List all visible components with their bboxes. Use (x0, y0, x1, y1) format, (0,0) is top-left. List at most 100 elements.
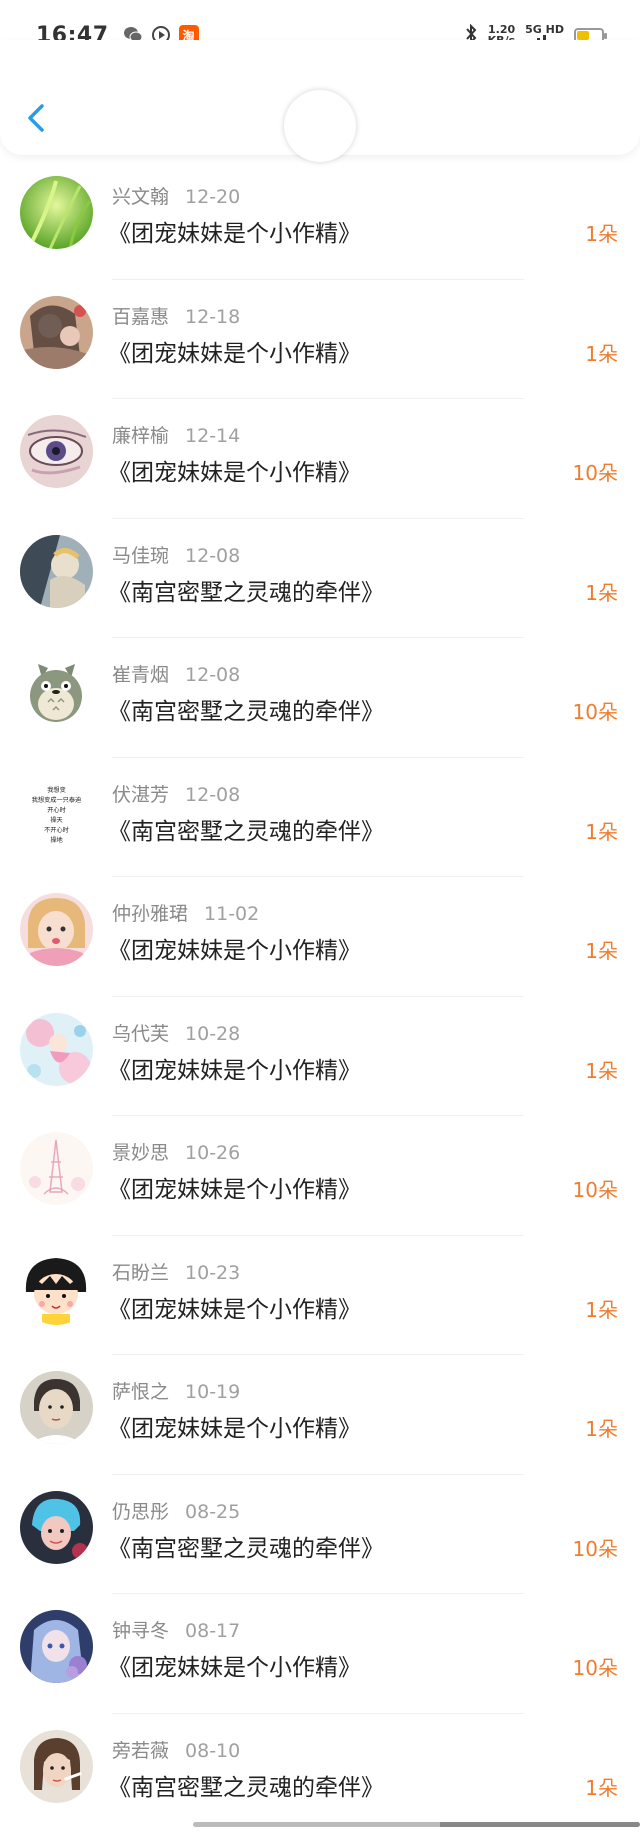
sender-name: 马佳琬 (112, 545, 169, 567)
sender-meta: 伏湛芳 12-08 (112, 780, 240, 807)
list-item[interactable]: 廉梓榆12-14 《团宠妹妹是个小作精》 10朵 (0, 399, 640, 519)
gift-record-list: 兴文翰 12-20 《团宠妹妹是个小作精》 1朵 百嘉惠 12-18 《团宠妹妹是个… (0, 160, 640, 1833)
list-item[interactable]: 景妙思10-26 《团宠妹妹是个小作精》 10朵 (0, 1116, 640, 1236)
sender-meta: 廉梓榆12-14 (112, 421, 240, 448)
list-item[interactable]: 我想变 我想变成一只泰迪 开心时 操天 不开心时 操地 伏湛芳 12-08 《南宫… (0, 758, 640, 878)
flower-count: 1朵 (585, 1055, 618, 1084)
flower-count: 10朵 (573, 1174, 618, 1203)
sender-meta: 仲孙雅珺 11-02 (112, 899, 259, 926)
sender-meta: 萨恨之 10-19 (112, 1377, 240, 1404)
book-title: 《团宠妹妹是个小作精》 (108, 1409, 361, 1443)
sender-meta: 马佳琬12-08 (112, 541, 240, 568)
avatar-text-line: 操地 (50, 836, 62, 844)
home-indicator[interactable] (193, 1822, 640, 1827)
flower-count: 1朵 (585, 218, 618, 247)
avatar (20, 1252, 93, 1325)
sender-name: 景妙思 (112, 1142, 169, 1164)
sender-name: 伏湛芳 (112, 784, 169, 806)
flower-count: 10朵 (573, 1533, 618, 1562)
sender-meta: 百嘉惠 12-18 (112, 302, 240, 329)
flower-count: 1朵 (585, 338, 618, 367)
sender-name: 兴文翰 (112, 186, 169, 208)
send-date: 10-23 (185, 1262, 240, 1284)
avatar (20, 415, 93, 488)
back-button[interactable] (22, 98, 52, 138)
sender-name: 旁若薇 (112, 1740, 169, 1762)
avatar (20, 1132, 93, 1205)
sender-name: 百嘉惠 (112, 306, 169, 328)
sender-meta: 兴文翰 12-20 (112, 182, 240, 209)
avatar (20, 535, 93, 608)
send-date: 12-20 (185, 186, 240, 208)
flower-count: 1朵 (585, 935, 618, 964)
flower-count: 1朵 (585, 1772, 618, 1801)
avatar: 我想变 我想变成一只泰迪 开心时 操天 不开心时 操地 (20, 774, 93, 847)
book-title: 《团宠妹妹是个小作精》 (108, 214, 361, 248)
avatar (20, 1610, 93, 1683)
avatar-text-line: 操天 (50, 816, 62, 824)
avatar (20, 654, 93, 727)
send-date: 08-25 (185, 1501, 240, 1523)
book-title: 《南宫密墅之灵魂的牵伴》 (108, 812, 384, 846)
list-item[interactable]: 兴文翰 12-20 《团宠妹妹是个小作精》 1朵 (0, 160, 640, 280)
flower-count: 1朵 (585, 816, 618, 845)
avatar (20, 1491, 93, 1564)
sender-name: 钟寻冬 (112, 1620, 169, 1642)
sender-meta: 旁若薇08-10 (112, 1736, 240, 1763)
book-title: 《团宠妹妹是个小作精》 (108, 1051, 361, 1085)
list-item[interactable]: 仲孙雅珺 11-02 《团宠妹妹是个小作精》 1朵 (0, 877, 640, 997)
header (0, 40, 640, 155)
list-item[interactable]: 马佳琬12-08 《南宫密墅之灵魂的牵伴》 1朵 (0, 519, 640, 639)
list-item[interactable]: 旁若薇08-10 《南宫密墅之灵魂的牵伴》 1朵 (0, 1714, 640, 1833)
sender-meta: 崔青烟12-08 (112, 660, 240, 687)
sender-meta: 石盼兰 10-23 (112, 1258, 240, 1285)
book-title: 《团宠妹妹是个小作精》 (108, 1648, 361, 1682)
send-date: 10-28 (185, 1023, 240, 1045)
sender-meta: 钟寻冬 08-17 (112, 1616, 240, 1643)
send-date: 12-18 (185, 306, 240, 328)
send-date: 10-19 (185, 1381, 240, 1403)
list-item[interactable]: 仍思彤 08-25 《南宫密墅之灵魂的牵伴》 10朵 (0, 1475, 640, 1595)
avatar-text-line: 我想变成一只泰迪 (32, 796, 82, 804)
battery-level (577, 31, 589, 40)
avatar-text-line: 我想变 (47, 786, 66, 794)
avatar (20, 893, 93, 966)
send-date: 08-17 (185, 1620, 240, 1642)
sender-name: 乌代芙 (112, 1023, 169, 1045)
book-title: 《南宫密墅之灵魂的牵伴》 (108, 573, 384, 607)
book-title: 《南宫密墅之灵魂的牵伴》 (108, 1768, 384, 1802)
list-item[interactable]: 钟寻冬 08-17 《团宠妹妹是个小作精》 10朵 (0, 1594, 640, 1714)
book-title: 《南宫密墅之灵魂的牵伴》 (108, 692, 384, 726)
avatar (20, 176, 93, 249)
sender-meta: 乌代芙 10-28 (112, 1019, 240, 1046)
avatar (20, 1371, 93, 1444)
sender-meta: 仍思彤 08-25 (112, 1497, 240, 1524)
avatar-text-line: 不开心时 (44, 826, 69, 834)
chevron-left-icon (22, 98, 52, 138)
header-avatar-placeholder[interactable] (284, 90, 356, 162)
book-title: 《团宠妹妹是个小作精》 (108, 334, 361, 368)
list-item[interactable]: 萨恨之10-19 《团宠妹妹是个小作精》 1朵 (0, 1355, 640, 1475)
book-title: 《团宠妹妹是个小作精》 (108, 931, 361, 965)
avatar (20, 1730, 93, 1803)
sender-name: 萨恨之 (112, 1381, 169, 1403)
flower-count: 10朵 (573, 696, 618, 725)
list-item[interactable]: 崔青烟12-08 《南宫密墅之灵魂的牵伴》 10朵 (0, 638, 640, 758)
book-title: 《团宠妹妹是个小作精》 (108, 453, 361, 487)
book-title: 《团宠妹妹是个小作精》 (108, 1170, 361, 1204)
flower-count: 1朵 (585, 1294, 618, 1323)
sender-name: 仲孙雅珺 (112, 903, 188, 925)
sender-name: 崔青烟 (112, 664, 169, 686)
flower-count: 10朵 (573, 1652, 618, 1681)
send-date: 12-08 (185, 784, 240, 806)
list-item[interactable]: 百嘉惠 12-18 《团宠妹妹是个小作精》 1朵 (0, 280, 640, 400)
book-title: 《南宫密墅之灵魂的牵伴》 (108, 1529, 384, 1563)
list-item[interactable]: 乌代芙 10-28 《团宠妹妹是个小作精》 1朵 (0, 997, 640, 1117)
book-title: 《团宠妹妹是个小作精》 (108, 1290, 361, 1324)
list-item[interactable]: 石盼兰 10-23 《团宠妹妹是个小作精》 1朵 (0, 1236, 640, 1356)
sender-name: 仍思彤 (112, 1501, 169, 1523)
flower-count: 1朵 (585, 577, 618, 606)
avatar-text-line: 开心时 (47, 806, 66, 814)
send-date: 11-02 (204, 903, 259, 925)
sender-name: 石盼兰 (112, 1262, 169, 1284)
